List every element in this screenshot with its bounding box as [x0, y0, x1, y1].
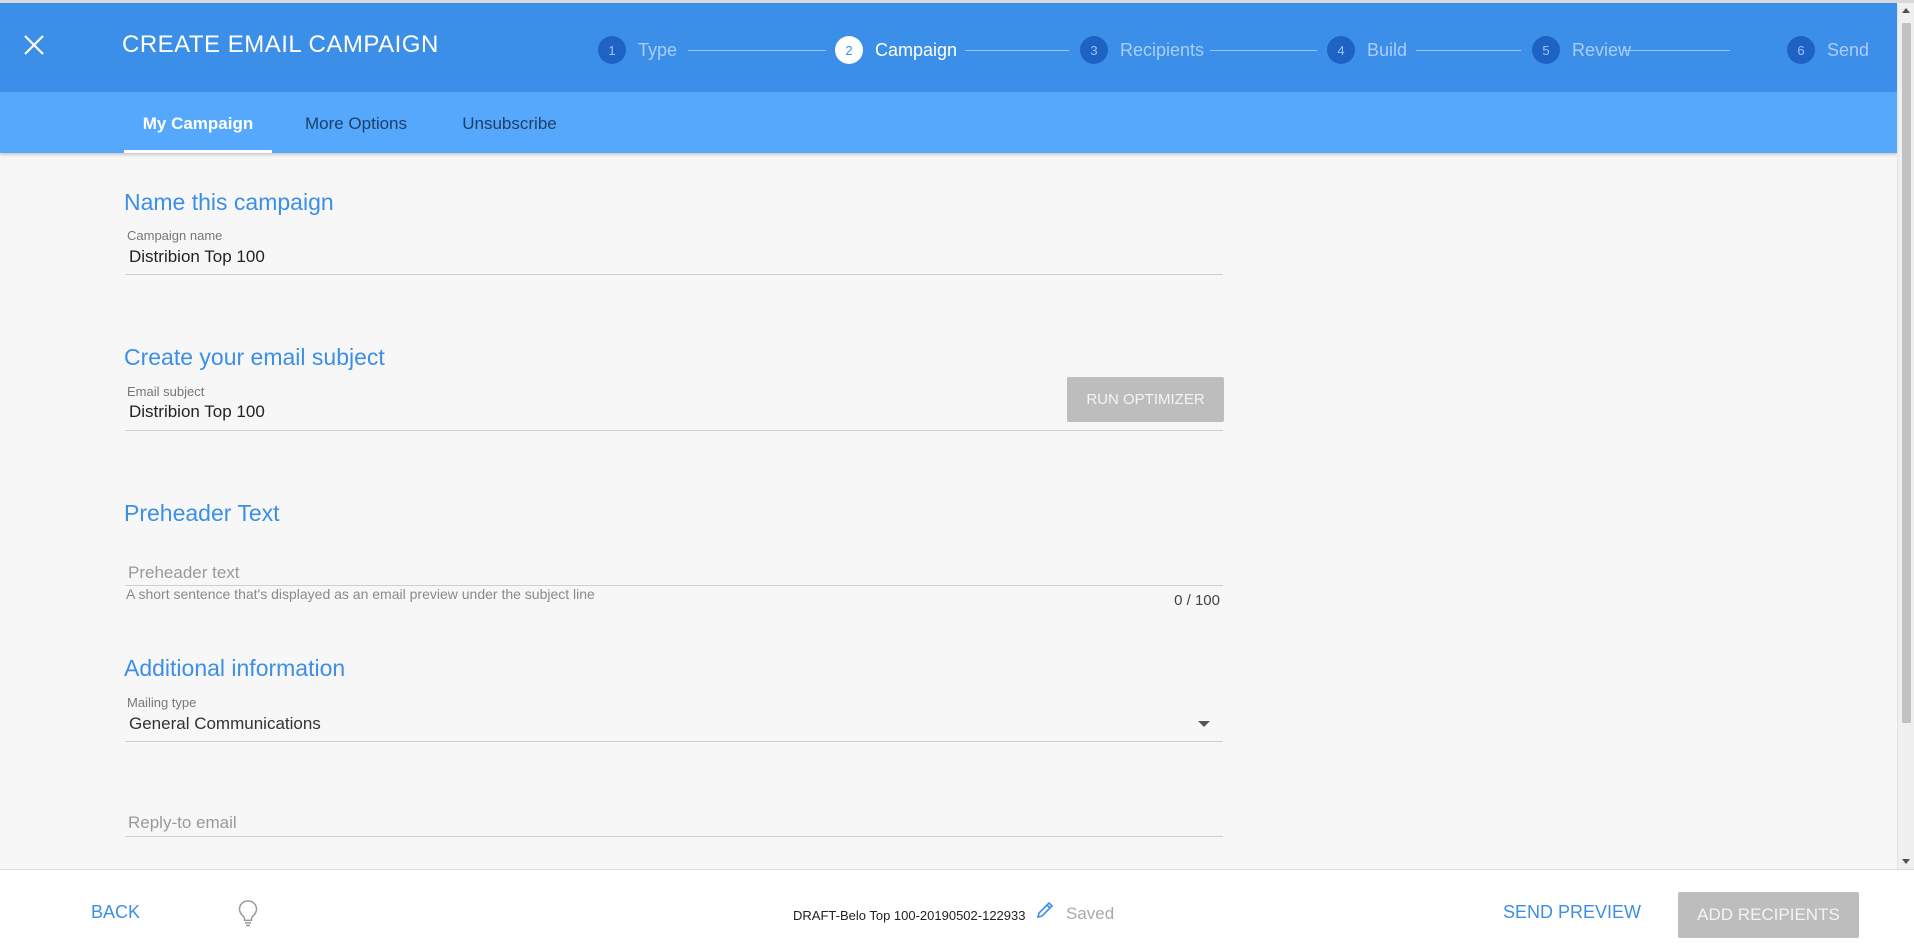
step-recipients[interactable]: 3 Recipients [1080, 35, 1204, 65]
step-label: Campaign [875, 39, 958, 60]
mailing-type-underline [125, 741, 1223, 742]
campaign-name-input[interactable]: Distribion Top 100 [129, 247, 1219, 267]
step-number: 1 [598, 36, 626, 64]
pencil-icon[interactable] [1035, 900, 1055, 920]
step-send[interactable]: 6 Send [1787, 35, 1869, 65]
wizard-stepper: 1 Type 2 Campaign 3 Recipients 4 Build 5… [598, 35, 1873, 65]
reply-to-underline [125, 836, 1223, 837]
tab-more-options[interactable]: More Options [296, 92, 416, 153]
step-connector [1416, 50, 1521, 51]
footer-bar: BACK DRAFT-Belo Top 100-20190502-122933 … [0, 869, 1914, 949]
section-title-subject: Create your email subject [124, 344, 385, 370]
step-number: 3 [1080, 36, 1108, 64]
chevron-down-icon[interactable] [1198, 721, 1210, 727]
page-scrollbar[interactable] [1897, 3, 1914, 869]
step-label: Type [638, 39, 678, 60]
scroll-down-icon[interactable] [1902, 859, 1910, 864]
campaign-name-label: Campaign name [127, 228, 223, 243]
section-title-additional: Additional information [124, 655, 346, 681]
tab-my-campaign[interactable]: My Campaign [124, 92, 272, 153]
lightbulb-icon[interactable] [236, 898, 260, 928]
mailing-type-select[interactable]: General Communications [129, 714, 1219, 734]
step-build[interactable]: 4 Build [1327, 35, 1407, 65]
email-subject-input[interactable]: Distribion Top 100 [129, 402, 1059, 422]
step-review[interactable]: 5 Review [1532, 35, 1631, 65]
step-number: 2 [835, 36, 863, 64]
step-label: Recipients [1120, 39, 1205, 60]
preheader-input[interactable]: Preheader text [128, 563, 1218, 583]
step-label: Build [1367, 39, 1408, 60]
step-connector [1623, 50, 1730, 51]
saved-status: Saved [1066, 904, 1115, 923]
step-type[interactable]: 1 Type [598, 35, 677, 65]
back-button[interactable]: BACK [91, 902, 140, 923]
step-connector [965, 50, 1069, 51]
close-icon[interactable] [18, 29, 50, 61]
draft-name: DRAFT-Belo Top 100-20190502-122933 [793, 908, 1026, 923]
add-recipients-button[interactable]: ADD RECIPIENTS [1678, 892, 1859, 938]
scroll-thumb[interactable] [1902, 23, 1911, 723]
step-number: 6 [1787, 36, 1815, 64]
send-preview-button[interactable]: SEND PREVIEW [1503, 902, 1641, 923]
email-subject-label: Email subject [127, 384, 205, 399]
step-campaign[interactable]: 2 Campaign [835, 35, 957, 65]
section-title-preheader: Preheader Text [124, 500, 280, 526]
step-connector [688, 50, 826, 51]
campaign-name-underline [125, 274, 1223, 275]
step-label: Review [1572, 39, 1632, 60]
campaign-tabs: My Campaign More Options Unsubscribe [0, 92, 1897, 153]
section-title-name: Name this campaign [124, 189, 334, 215]
step-label: Send [1827, 39, 1870, 60]
preheader-hint: A short sentence that's displayed as an … [126, 586, 595, 602]
step-connector [1210, 50, 1317, 51]
campaign-header: CREATE EMAIL CAMPAIGN 1 Type 2 Campaign … [0, 3, 1897, 92]
email-subject-underline [125, 430, 1223, 431]
page-title: CREATE EMAIL CAMPAIGN [122, 31, 439, 58]
step-number: 4 [1327, 36, 1355, 64]
reply-to-input[interactable]: Reply-to email [128, 813, 1218, 833]
preheader-counter: 0 / 100 [1174, 592, 1220, 609]
run-optimizer-button[interactable]: RUN OPTIMIZER [1067, 377, 1224, 422]
step-number: 5 [1532, 36, 1560, 64]
app-root: CREATE EMAIL CAMPAIGN 1 Type 2 Campaign … [0, 0, 1914, 949]
scroll-up-icon[interactable] [1902, 8, 1910, 13]
tab-unsubscribe[interactable]: Unsubscribe [452, 92, 567, 153]
mailing-type-label: Mailing type [127, 695, 197, 710]
